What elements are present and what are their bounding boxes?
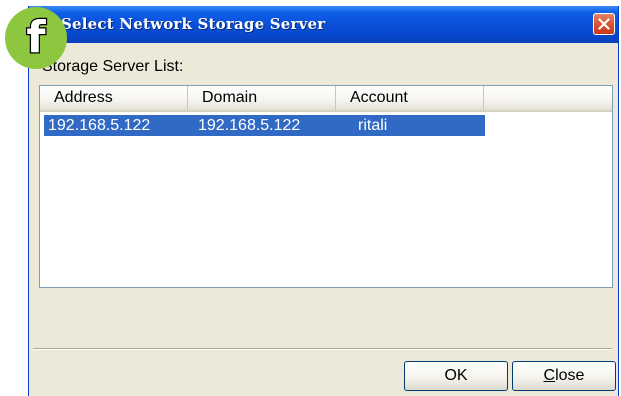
close-button-label: Close xyxy=(543,367,585,384)
svg-text:f: f xyxy=(26,12,46,63)
close-window-button[interactable] xyxy=(593,13,615,35)
footer-separator xyxy=(33,348,612,350)
cell-address: 192.168.5.122 xyxy=(48,117,151,134)
close-button[interactable]: Close xyxy=(512,361,616,391)
close-icon xyxy=(598,18,610,30)
table-row[interactable]: 192.168.5.122 192.168.5.122 ritali xyxy=(44,115,485,136)
column-header-account[interactable]: Account xyxy=(336,86,484,110)
list-header: Address Domain Account xyxy=(40,86,612,112)
dialog-window: Select Network Storage Server Storage Se… xyxy=(28,6,619,396)
server-listview[interactable]: Address Domain Account 192.168.5.122 192… xyxy=(39,85,613,288)
cell-domain: 192.168.5.122 xyxy=(198,117,301,134)
column-header-address[interactable]: Address xyxy=(40,86,188,110)
f-badge-icon: f xyxy=(3,5,69,71)
window-title: Select Network Storage Server xyxy=(61,15,326,33)
title-bar[interactable]: Select Network Storage Server xyxy=(29,6,618,43)
ok-button[interactable]: OK xyxy=(404,361,508,391)
cell-account: ritali xyxy=(358,117,388,134)
column-header-domain[interactable]: Domain xyxy=(188,86,336,110)
